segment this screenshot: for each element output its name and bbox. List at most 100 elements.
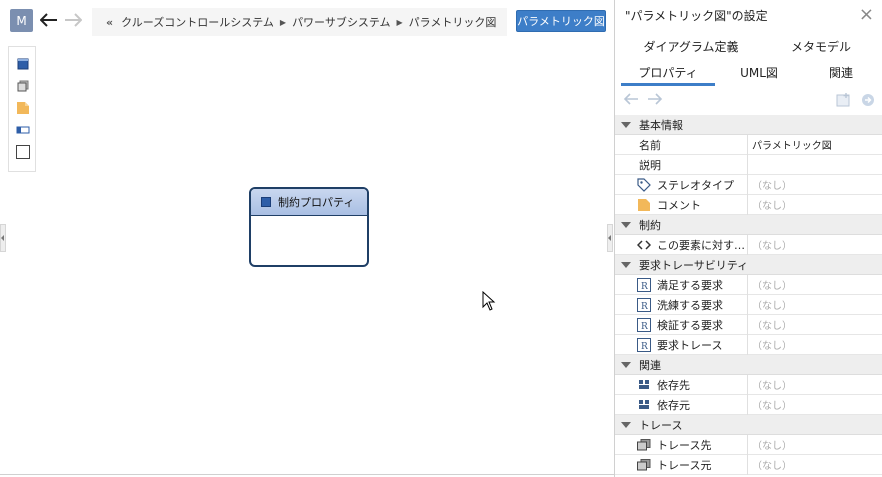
prop-stereotype-value[interactable]: （なし） — [748, 177, 792, 192]
prop-comment-value[interactable]: （なし） — [748, 197, 792, 212]
prop-row-comment[interactable]: コメント （なし） — [615, 194, 882, 215]
prop-trace-requirement-value[interactable]: （なし） — [748, 337, 792, 352]
prop-row-trace-to[interactable]: トレース先 （なし） — [615, 434, 882, 455]
constraint-property-icon — [261, 197, 271, 207]
collapse-arrow-icon[interactable] — [621, 221, 631, 228]
prop-dependency-to-label: 依存先 — [615, 374, 748, 395]
prop-row-dependency-from[interactable]: 依存元 （なし） — [615, 394, 882, 415]
prop-row-stereotype[interactable]: ステレオタイプ （なし） — [615, 174, 882, 195]
dependency-icon — [637, 398, 651, 412]
prop-row-name[interactable]: 名前 パラメトリック図 — [615, 134, 882, 155]
part-icon[interactable] — [15, 78, 31, 94]
tab-relations[interactable]: 関連 — [811, 64, 871, 81]
prop-row-verify[interactable]: R 検証する要求 （なし） — [615, 314, 882, 335]
section-trace[interactable]: トレース — [615, 415, 882, 435]
breadcrumb-item-subsystem[interactable]: パワーサブシステム — [292, 14, 390, 30]
section-label: トレース — [639, 418, 683, 432]
breadcrumb-collapse-icon[interactable]: « — [106, 16, 113, 29]
panel-title: "パラメトリック図"の設定 — [625, 9, 768, 23]
section-relations[interactable]: 関連 — [615, 355, 882, 375]
tab-diagram-definition[interactable]: ダイアグラム定義 — [639, 38, 743, 55]
constraint-property-label: 制約プロパティ — [278, 196, 355, 209]
model-badge[interactable]: M — [10, 9, 33, 32]
svg-text:R: R — [641, 322, 648, 332]
prop-dependency-to-value[interactable]: （なし） — [748, 377, 792, 392]
requirement-icon: R — [637, 277, 651, 292]
section-requirement-traceability[interactable]: 要求トレーサビリティ — [615, 255, 882, 275]
section-constraint[interactable]: 制約 — [615, 215, 882, 235]
mouse-cursor-icon — [482, 290, 496, 314]
prop-description-label: 説明 — [615, 154, 748, 175]
prop-name-label: 名前 — [615, 134, 748, 155]
back-arrow-icon[interactable] — [38, 9, 60, 31]
prop-row-refine[interactable]: R 洗練する要求 （なし） — [615, 294, 882, 315]
tab-uml-diagram[interactable]: UML図 — [727, 64, 791, 81]
frame-icon[interactable] — [15, 144, 31, 160]
prop-stereotype-label: ステレオタイプ — [615, 174, 748, 195]
tab-properties[interactable]: プロパティ — [621, 64, 715, 81]
right-panel-handle[interactable] — [607, 224, 613, 252]
tab-metamodel[interactable]: メタモデル — [783, 38, 859, 55]
requirement-icon: R — [637, 317, 651, 332]
section-label: 制約 — [639, 218, 661, 232]
prop-row-satisfy[interactable]: R 満足する要求 （なし） — [615, 274, 882, 295]
prop-row-description[interactable]: 説明 — [615, 154, 882, 175]
code-brackets-icon — [637, 238, 651, 252]
prop-row-constraint[interactable]: この要素に対す… （なし） — [615, 234, 882, 255]
prop-refine-label: R 洗練する要求 — [615, 294, 748, 315]
collapse-arrow-icon[interactable] — [621, 121, 631, 128]
section-label: 関連 — [639, 358, 661, 372]
diagram-type-button[interactable]: パラメトリック図 — [516, 10, 606, 32]
prop-satisfy-value[interactable]: （なし） — [748, 277, 792, 292]
breadcrumb: « クルーズコントロールシステム ▶ パワーサブシステム ▶ パラメトリック図 — [92, 8, 507, 36]
collapse-arrow-icon[interactable] — [621, 421, 631, 428]
left-panel-handle[interactable] — [0, 224, 6, 252]
section-basic-info[interactable]: 基本情報 — [615, 115, 882, 135]
note-icon[interactable] — [15, 100, 31, 116]
active-tab-indicator — [621, 83, 715, 86]
collapse-arrow-icon[interactable] — [621, 261, 631, 268]
panel-forward-icon[interactable] — [647, 92, 663, 109]
prop-trace-to-value[interactable]: （なし） — [748, 437, 792, 452]
panel-back-icon[interactable] — [623, 92, 639, 109]
prop-constraint-value[interactable]: （なし） — [748, 237, 792, 252]
prop-row-trace-requirement[interactable]: R 要求トレース （なし） — [615, 334, 882, 355]
prop-comment-label: コメント — [615, 194, 748, 215]
dependency-icon — [637, 378, 651, 392]
prop-dependency-from-value[interactable]: （なし） — [748, 397, 792, 412]
prop-trace-to-label: トレース先 — [615, 434, 748, 455]
prop-trace-from-label: トレース元 — [615, 454, 748, 475]
canvas-bottom-border — [0, 474, 614, 475]
trace-icon — [637, 438, 651, 452]
trace-icon — [637, 458, 651, 472]
breadcrumb-item-diagram[interactable]: パラメトリック図 — [409, 14, 497, 30]
constraint-property-element[interactable]: 制約プロパティ — [249, 187, 369, 267]
note-icon — [637, 198, 651, 212]
svg-text:R: R — [641, 282, 648, 292]
element-palette — [8, 46, 36, 172]
section-label: 基本情報 — [639, 118, 683, 132]
close-icon[interactable]: × — [859, 4, 874, 25]
navigate-icon[interactable] — [861, 93, 875, 110]
block-icon[interactable] — [15, 56, 31, 72]
prop-refine-value[interactable]: （なし） — [748, 297, 792, 312]
breadcrumb-separator-icon: ▶ — [279, 17, 287, 27]
prop-satisfy-label: R 満足する要求 — [615, 274, 748, 295]
prop-trace-from-value[interactable]: （なし） — [748, 457, 792, 472]
collapse-arrow-icon[interactable] — [621, 361, 631, 368]
add-diagram-icon[interactable] — [836, 92, 852, 111]
prop-name-value[interactable]: パラメトリック図 — [748, 137, 832, 152]
breadcrumb-item-system[interactable]: クルーズコントロールシステム — [121, 14, 274, 30]
svg-text:R: R — [641, 302, 648, 312]
svg-text:R: R — [641, 342, 648, 352]
prop-constraint-label: この要素に対す… — [615, 234, 748, 255]
prop-row-dependency-to[interactable]: 依存先 （なし） — [615, 374, 882, 395]
prop-row-trace-from[interactable]: トレース元 （なし） — [615, 454, 882, 475]
breadcrumb-separator-icon: ▶ — [396, 17, 403, 27]
property-icon[interactable] — [15, 122, 31, 138]
prop-verify-label: R 検証する要求 — [615, 314, 748, 335]
prop-dependency-from-label: 依存元 — [615, 394, 748, 415]
constraint-property-header: 制約プロパティ — [251, 189, 367, 216]
forward-arrow-icon[interactable] — [62, 9, 84, 31]
prop-verify-value[interactable]: （なし） — [748, 317, 792, 332]
